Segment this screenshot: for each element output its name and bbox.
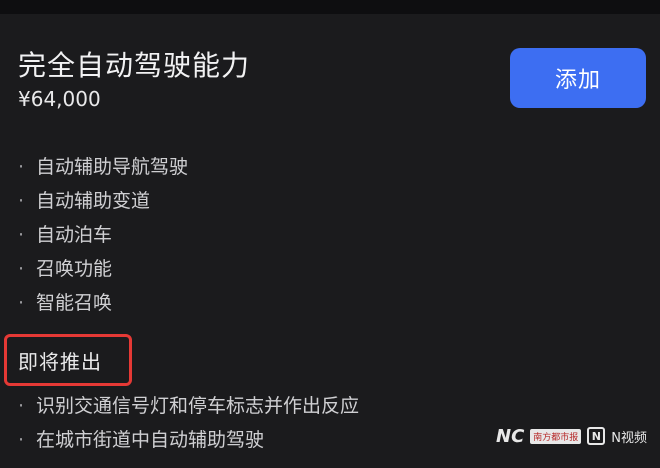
feature-label: 自动辅助导航驾驶 [36, 156, 189, 178]
watermark: NC 南方都市报 N N视频 [496, 424, 656, 448]
bullet: · [18, 395, 25, 417]
newspaper-badge: 南方都市报 [530, 428, 582, 444]
list-item: · 自动辅助导航驾驶 [18, 150, 188, 184]
list-item: · 自动泊车 [18, 218, 188, 252]
bullet: · [18, 258, 25, 280]
feature-label: 自动辅助变道 [36, 190, 151, 212]
bullet: · [18, 156, 25, 178]
bullet: · [18, 292, 25, 314]
list-item: · 识别交通信号灯和停车标志并作出反应 [18, 389, 359, 423]
feature-label: 智能召唤 [36, 292, 113, 314]
bullet: · [18, 190, 25, 212]
list-item: · 召唤功能 [18, 252, 188, 286]
list-item: · 在城市街道中自动辅助驾驶 [18, 423, 359, 457]
bullet: · [18, 429, 25, 451]
list-item: · 智能召唤 [18, 286, 188, 320]
add-button[interactable]: 添加 [510, 48, 646, 108]
upcoming-item-label: 在城市街道中自动辅助驾驶 [36, 429, 265, 451]
upcoming-item-label: 识别交通信号灯和停车标志并作出反应 [36, 395, 360, 417]
product-price: ¥64,000 [18, 87, 101, 111]
top-strip [0, 0, 660, 14]
bullet: · [18, 224, 25, 246]
n-video-icon: N [587, 427, 606, 445]
video-label: N视频 [611, 430, 648, 446]
upcoming-list: · 识别交通信号灯和停车标志并作出反应 · 在城市街道中自动辅助驾驶 [18, 389, 359, 457]
upcoming-heading: 即将推出 [18, 350, 102, 374]
product-title: 完全自动驾驶能力 [18, 49, 251, 82]
nc-logo: NC [496, 425, 525, 447]
list-item: · 自动辅助变道 [18, 184, 188, 218]
feature-list: · 自动辅助导航驾驶 · 自动辅助变道 · 自动泊车 · 召唤功能 · 智能召唤 [18, 150, 188, 320]
feature-label: 召唤功能 [36, 258, 113, 280]
feature-label: 自动泊车 [36, 224, 113, 246]
